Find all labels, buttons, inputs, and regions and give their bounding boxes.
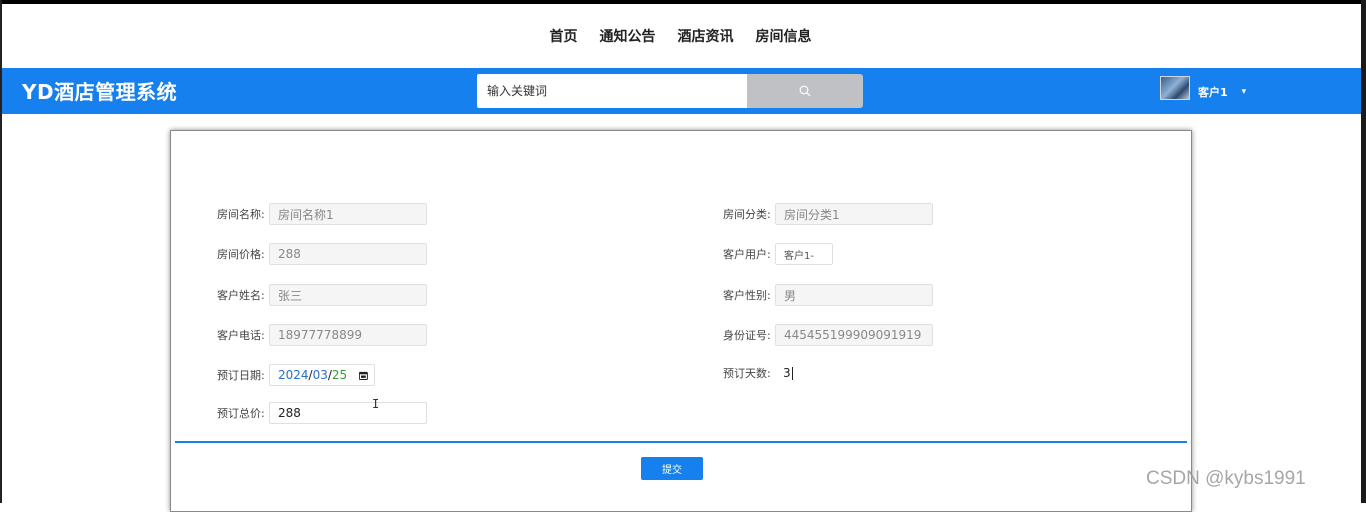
date-day[interactable]: 25 [332, 368, 347, 382]
caret-down-icon: ▾ [1241, 87, 1247, 97]
row-booking-date: 预订日期: 2024/03/25 [217, 363, 375, 387]
row-total-price: 预订总价: 288 [217, 401, 427, 425]
avatar [1160, 76, 1190, 100]
booking-days-value: 3 [783, 366, 791, 380]
label-booking-date: 预订日期: [217, 369, 265, 382]
submit-button[interactable]: 提交 [641, 457, 703, 480]
row-room-name: 房间名称: 房间名称1 [217, 202, 427, 226]
label-total-price: 预订总价: [217, 407, 265, 420]
form-divider [175, 441, 1187, 443]
customer-gender-field[interactable]: 男 [775, 284, 933, 306]
customer-user-select[interactable]: 客户1- [775, 243, 833, 265]
row-booking-days: 预订天数: 3 [723, 361, 835, 385]
label-room-category: 房间分类: [723, 208, 771, 221]
customer-name-field[interactable]: 张三 [269, 284, 427, 306]
label-customer-gender: 客户性别: [723, 289, 771, 302]
user-menu[interactable]: 客户1 ▾ [1160, 72, 1246, 112]
id-number-field[interactable]: 445455199909091919 [775, 324, 933, 346]
room-price-field[interactable]: 288 [269, 243, 427, 265]
label-id-number: 身份证号: [723, 329, 771, 342]
row-customer-name: 客户姓名: 张三 [217, 283, 427, 307]
label-room-name: 房间名称: [217, 208, 265, 221]
mouse-ibeam-cursor: I [372, 397, 380, 411]
calendar-icon[interactable] [359, 370, 368, 381]
brand-title: YD酒店管理系统 [22, 80, 178, 104]
text-caret [791, 366, 793, 380]
booking-days-input[interactable]: 3 [775, 362, 835, 384]
search-input[interactable] [477, 74, 749, 108]
customer-phone-field[interactable]: 18977778899 [269, 324, 427, 346]
user-name: 客户1 [1198, 86, 1228, 99]
top-navigation: 首页 通知公告 酒店资讯 房间信息 [0, 4, 1361, 68]
row-customer-phone: 客户电话: 18977778899 [217, 323, 427, 347]
total-price-field[interactable]: 288 [269, 402, 427, 424]
row-room-category: 房间分类: 房间分类1 [723, 202, 933, 226]
nav-room-info[interactable]: 房间信息 [756, 26, 812, 46]
room-name-field[interactable]: 房间名称1 [269, 203, 427, 225]
nav-hotel-news[interactable]: 酒店资讯 [678, 26, 734, 46]
label-room-price: 房间价格: [217, 248, 265, 261]
booking-form-card: 房间名称: 房间名称1 房间价格: 288 客户姓名: 张三 客户电话: 189… [170, 130, 1192, 512]
window-right-edge [1361, 0, 1366, 503]
label-customer-name: 客户姓名: [217, 289, 265, 302]
booking-date-input[interactable]: 2024/03/25 [269, 364, 375, 386]
date-year[interactable]: 2024 [278, 368, 309, 382]
search-button[interactable] [747, 74, 863, 108]
label-customer-user: 客户用户: [723, 248, 771, 261]
search-icon [799, 85, 811, 97]
header-bar: YD酒店管理系统 客户1 ▾ [2, 68, 1361, 114]
nav-home[interactable]: 首页 [550, 26, 578, 46]
label-booking-days: 预订天数: [723, 367, 771, 380]
date-month[interactable]: 03 [313, 368, 328, 382]
room-category-field[interactable]: 房间分类1 [775, 203, 933, 225]
label-customer-phone: 客户电话: [217, 329, 265, 342]
watermark: CSDN @kybs1991 [1146, 468, 1306, 489]
row-customer-gender: 客户性别: 男 [723, 283, 933, 307]
row-room-price: 房间价格: 288 [217, 242, 427, 266]
row-customer-user: 客户用户: 客户1- [723, 242, 833, 266]
row-id-number: 身份证号: 445455199909091919 [723, 323, 933, 347]
nav-notices[interactable]: 通知公告 [600, 26, 656, 46]
